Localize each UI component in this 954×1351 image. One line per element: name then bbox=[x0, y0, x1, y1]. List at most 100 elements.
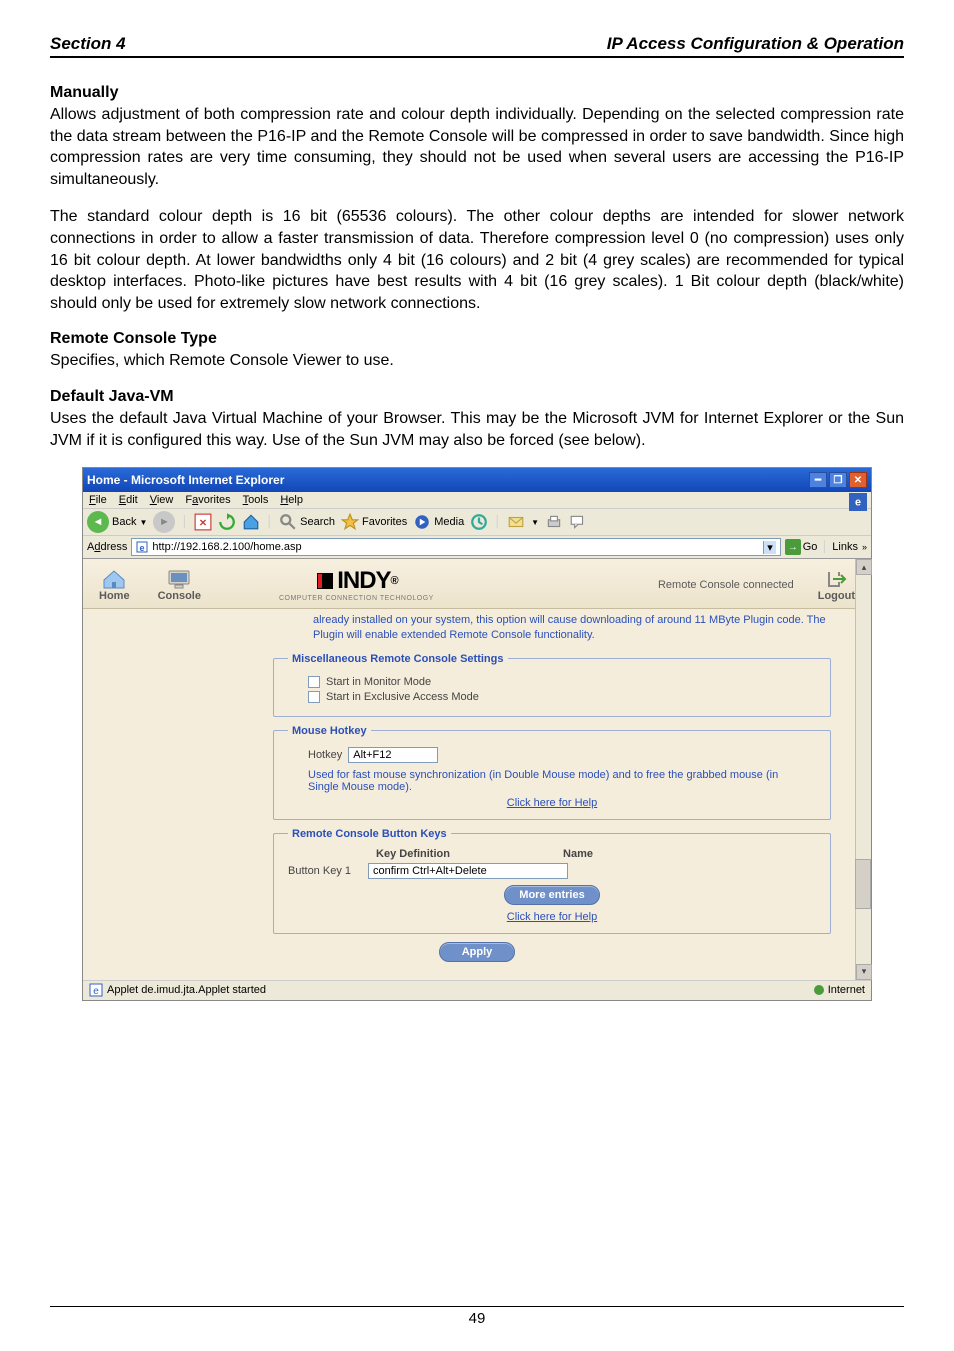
home-icon bbox=[101, 568, 127, 590]
legend-hotkey: Mouse Hotkey bbox=[288, 725, 371, 737]
menu-help[interactable]: Help bbox=[280, 494, 303, 506]
media-button[interactable]: Media bbox=[413, 513, 464, 531]
mail-button[interactable] bbox=[507, 513, 525, 531]
brand-logo: INDY® COMPUTER CONNECTION TECHNOLOGY bbox=[279, 567, 434, 602]
brand-tagline: COMPUTER CONNECTION TECHNOLOGY bbox=[279, 595, 434, 602]
address-label: Address bbox=[87, 541, 127, 553]
running-header-left: Section 4 bbox=[50, 34, 126, 54]
running-header-right: IP Access Configuration & Operation bbox=[607, 34, 904, 54]
go-icon: → bbox=[785, 539, 801, 555]
button-key-1-label: Button Key 1 bbox=[288, 865, 368, 877]
keys-help-link[interactable]: Click here for Help bbox=[288, 911, 816, 923]
back-label: Back bbox=[112, 516, 136, 528]
refresh-button[interactable] bbox=[218, 513, 236, 531]
heading-default-java-vm: Default Java-VM bbox=[50, 388, 904, 406]
hotkey-help-link[interactable]: Click here for Help bbox=[288, 797, 816, 809]
hotkey-label: Hotkey bbox=[308, 749, 342, 761]
media-label: Media bbox=[434, 516, 464, 528]
favorites-button[interactable]: Favorites bbox=[341, 513, 407, 531]
page-number: 49 bbox=[0, 1310, 954, 1327]
label-exclusive-access: Start in Exclusive Access Mode bbox=[326, 691, 479, 703]
svg-text:e: e bbox=[855, 497, 861, 509]
nav-console-label: Console bbox=[158, 590, 201, 602]
ie-logo-icon: e bbox=[849, 493, 867, 511]
nav-home-label: Home bbox=[99, 590, 130, 602]
media-icon bbox=[413, 513, 431, 531]
para-colour-depth: The standard colour depth is 16 bit (655… bbox=[50, 206, 904, 314]
hotkey-description: Used for fast mouse synchronization (in … bbox=[308, 769, 806, 793]
history-button[interactable] bbox=[470, 513, 488, 531]
legend-misc: Miscellaneous Remote Console Settings bbox=[288, 653, 508, 665]
checkbox-exclusive-access[interactable] bbox=[308, 691, 320, 703]
heading-remote-console-type: Remote Console Type bbox=[50, 330, 904, 348]
internet-zone-icon bbox=[814, 985, 824, 995]
print-button[interactable] bbox=[545, 513, 563, 531]
address-input[interactable]: e http://192.168.2.100/home.asp ▾ bbox=[131, 538, 780, 556]
col-name: Name bbox=[518, 848, 638, 860]
vertical-scrollbar[interactable]: ▴ ▾ bbox=[855, 559, 871, 980]
forward-button[interactable]: ► bbox=[153, 511, 175, 533]
label-monitor-mode: Start in Monitor Mode bbox=[326, 676, 431, 688]
svg-text:e: e bbox=[93, 986, 99, 997]
window-title: Home - Microsoft Internet Explorer bbox=[87, 473, 284, 487]
home-button[interactable] bbox=[242, 513, 260, 531]
menu-view[interactable]: View bbox=[150, 494, 174, 506]
fieldset-misc-settings: Miscellaneous Remote Console Settings St… bbox=[273, 653, 831, 717]
info-text: already installed on your system, this o… bbox=[313, 613, 831, 643]
button-key-1-input[interactable] bbox=[368, 863, 568, 879]
go-label: Go bbox=[803, 541, 818, 553]
menu-favorites[interactable]: Favorites bbox=[185, 494, 230, 506]
para-manually: Allows adjustment of both compression ra… bbox=[50, 104, 904, 190]
logout-icon bbox=[823, 568, 849, 590]
search-label: Search bbox=[300, 516, 335, 528]
console-icon bbox=[166, 568, 192, 590]
page-icon: e bbox=[136, 541, 148, 553]
discuss-button[interactable] bbox=[569, 513, 587, 531]
connection-status: Remote Console connected bbox=[658, 579, 794, 591]
screenshot-ie-window: Home - Microsoft Internet Explorer ━ ❐ ✕… bbox=[82, 467, 872, 1001]
maximize-button[interactable]: ❐ bbox=[829, 472, 847, 488]
svg-text:e: e bbox=[140, 543, 145, 553]
nav-logout[interactable]: Logout bbox=[818, 568, 855, 602]
scroll-up-button[interactable]: ▴ bbox=[856, 559, 872, 575]
browser-toolbar: ◄ Back ▼ ► │ × │ Search Favorites Media bbox=[83, 509, 871, 536]
menu-bar: File Edit View Favorites Tools Help e bbox=[83, 492, 871, 509]
go-button[interactable]: → Go bbox=[785, 539, 818, 555]
svg-text:×: × bbox=[200, 516, 207, 530]
nav-home[interactable]: Home bbox=[99, 568, 130, 602]
status-text: Applet de.imud.jta.Applet started bbox=[107, 984, 266, 996]
apply-button[interactable]: Apply bbox=[439, 942, 516, 962]
fieldset-mouse-hotkey: Mouse Hotkey Hotkey Used for fast mouse … bbox=[273, 725, 831, 820]
window-titlebar: Home - Microsoft Internet Explorer ━ ❐ ✕ bbox=[83, 468, 871, 492]
menu-file[interactable]: File bbox=[89, 494, 107, 506]
applet-icon: e bbox=[89, 983, 103, 997]
zone-label: Internet bbox=[828, 984, 865, 996]
links-label[interactable]: Links bbox=[832, 541, 858, 553]
address-bar: Address e http://192.168.2.100/home.asp … bbox=[83, 536, 871, 559]
browser-status-bar: e Applet de.imud.jta.Applet started Inte… bbox=[83, 980, 871, 1000]
back-icon: ◄ bbox=[87, 511, 109, 533]
star-icon bbox=[341, 513, 359, 531]
heading-manually: Manually bbox=[50, 84, 904, 102]
para-remote-console-type: Specifies, which Remote Console Viewer t… bbox=[50, 350, 904, 372]
scroll-down-button[interactable]: ▾ bbox=[856, 964, 872, 980]
menu-tools[interactable]: Tools bbox=[243, 494, 269, 506]
minimize-button[interactable]: ━ bbox=[809, 472, 827, 488]
fieldset-button-keys: Remote Console Button Keys Key Definitio… bbox=[273, 828, 831, 934]
col-key-definition: Key Definition bbox=[308, 848, 518, 860]
back-button[interactable]: ◄ Back ▼ bbox=[87, 511, 147, 533]
checkbox-monitor-mode[interactable] bbox=[308, 676, 320, 688]
search-icon bbox=[279, 513, 297, 531]
legend-button-keys: Remote Console Button Keys bbox=[288, 828, 451, 840]
para-default-java-vm: Uses the default Java Virtual Machine of… bbox=[50, 408, 904, 451]
logout-label: Logout bbox=[818, 590, 855, 602]
nav-console[interactable]: Console bbox=[158, 568, 201, 602]
scroll-thumb[interactable] bbox=[855, 859, 871, 909]
search-button[interactable]: Search bbox=[279, 513, 335, 531]
address-value: http://192.168.2.100/home.asp bbox=[152, 541, 301, 553]
stop-button[interactable]: × bbox=[194, 513, 212, 531]
close-button[interactable]: ✕ bbox=[849, 472, 867, 488]
more-entries-button[interactable]: More entries bbox=[504, 885, 599, 905]
menu-edit[interactable]: Edit bbox=[119, 494, 138, 506]
hotkey-input[interactable] bbox=[348, 747, 438, 763]
